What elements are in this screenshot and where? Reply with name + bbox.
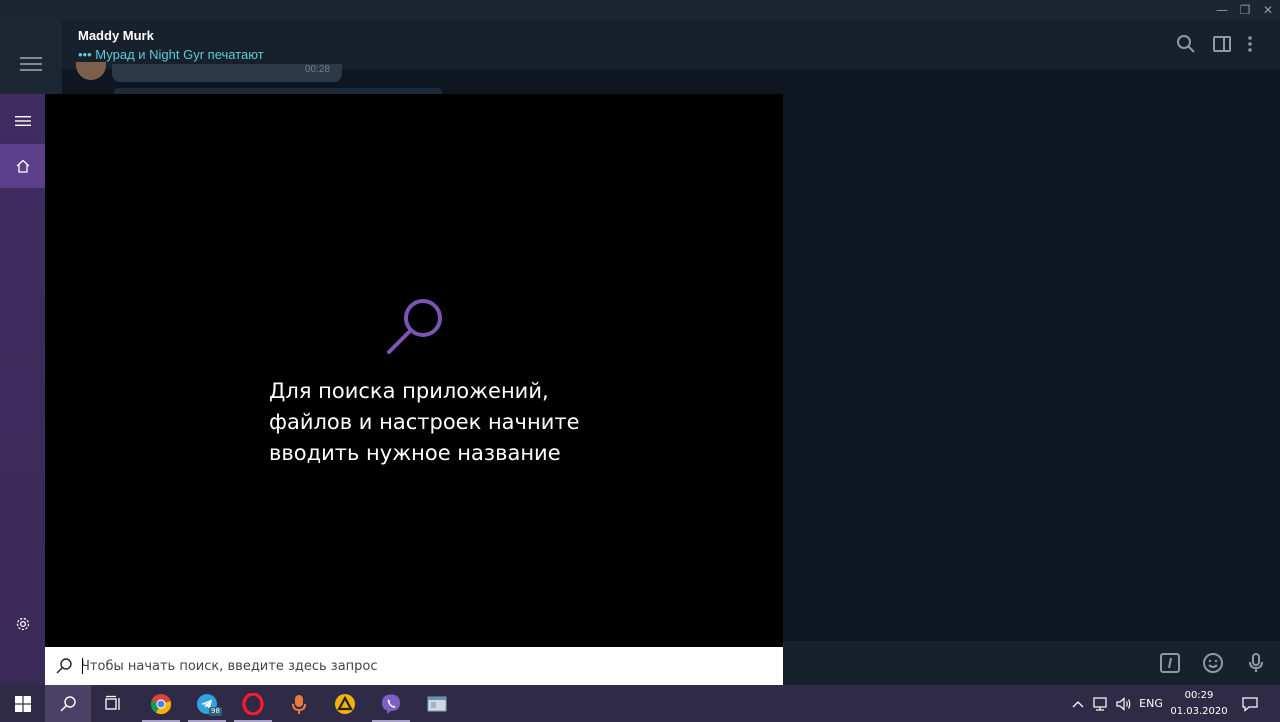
telegram-titlebar: — ❐ ✕ [0, 0, 1280, 20]
language-indicator[interactable]: ENG [1136, 685, 1166, 722]
search-icon [60, 695, 76, 711]
hamburger-icon [14, 116, 31, 126]
viber-icon [382, 694, 400, 714]
chevron-up-icon [1072, 700, 1084, 707]
network-icon [1093, 696, 1107, 711]
start-menu-rail [0, 94, 45, 685]
home-icon [16, 159, 29, 173]
speaker-icon [1116, 696, 1131, 711]
taskbar-aimp[interactable] [322, 685, 368, 722]
start-expand-button[interactable] [0, 99, 45, 143]
clock-time: 00:29 [1184, 690, 1214, 701]
search-icon [56, 658, 72, 674]
telegram-menu-icon[interactable] [20, 57, 42, 73]
telegram-unread-badge: 98 [209, 707, 222, 716]
action-center-button[interactable] [1236, 685, 1264, 722]
windows-logo-icon [15, 695, 31, 712]
chat-header: Maddy Murk ••• Мурад и Night Gyr печатаю… [62, 20, 1280, 70]
microphone-app-icon [292, 694, 306, 714]
restore-button[interactable]: ❐ [1235, 2, 1255, 18]
taskbar-clock[interactable]: 00:29 01.03.2020 [1168, 688, 1230, 720]
opera-icon [242, 692, 264, 715]
search-results-panel: Для поиска приложений, файлов и настроек… [45, 94, 783, 647]
gear-icon [16, 617, 29, 631]
tray-overflow-button[interactable] [1068, 685, 1088, 722]
notification-icon [1242, 696, 1258, 712]
clock-date: 01.03.2020 [1170, 706, 1228, 717]
search-icon[interactable] [1174, 32, 1198, 56]
start-home-button[interactable] [0, 144, 45, 188]
search-hint-text: Для поиска приложений, файлов и настроек… [269, 376, 599, 469]
search-input[interactable] [81, 647, 771, 685]
taskbar-chrome[interactable] [138, 685, 184, 722]
taskbar-opera[interactable] [230, 685, 276, 722]
aimp-icon [335, 693, 355, 714]
search-hint-line: файлов и настроек начните [269, 410, 580, 434]
text-caret [82, 658, 83, 674]
typing-status: ••• Мурад и Night Gyr печатают [78, 47, 264, 62]
taskbar-viber[interactable] [368, 685, 414, 722]
start-settings-button[interactable] [0, 602, 45, 646]
taskbar-explorer-app[interactable] [414, 685, 460, 722]
emoji-icon[interactable] [1201, 651, 1225, 675]
task-view-button[interactable] [90, 685, 136, 722]
typing-dots: ••• [78, 47, 92, 62]
taskbar: 98 ENG 00:29 01.03.2020 [0, 685, 1280, 722]
microphone-icon[interactable] [1244, 651, 1268, 675]
chrome-icon [150, 693, 172, 714]
bot-commands-icon[interactable] [1158, 651, 1182, 675]
task-view-icon [105, 695, 120, 710]
close-button[interactable]: ✕ [1258, 2, 1278, 18]
start-button[interactable] [0, 685, 46, 722]
taskbar-recorder[interactable] [276, 685, 322, 722]
search-hint-line: вводить нужное название [269, 441, 561, 465]
chat-title[interactable]: Maddy Murk [78, 28, 154, 43]
message-avatar[interactable] [76, 62, 106, 80]
taskbar-search-button[interactable] [45, 685, 91, 722]
tray-network[interactable] [1090, 685, 1112, 722]
sidebar-toggle-icon[interactable] [1210, 32, 1234, 56]
message-bubble[interactable]: 00:28 [112, 64, 342, 82]
tray-volume[interactable] [1113, 685, 1135, 722]
message-time: 00:28 [304, 64, 330, 75]
typing-text: Мурад и Night Gyr печатают [95, 47, 264, 62]
search-hint-line: Для поиска приложений, [269, 379, 549, 403]
taskbar-telegram[interactable]: 98 [184, 685, 230, 722]
search-box[interactable] [45, 647, 783, 685]
minimize-button[interactable]: — [1212, 2, 1232, 18]
window-app-icon [427, 696, 447, 711]
search-magnifier-icon [387, 299, 442, 354]
more-vertical-icon[interactable] [1238, 32, 1262, 56]
